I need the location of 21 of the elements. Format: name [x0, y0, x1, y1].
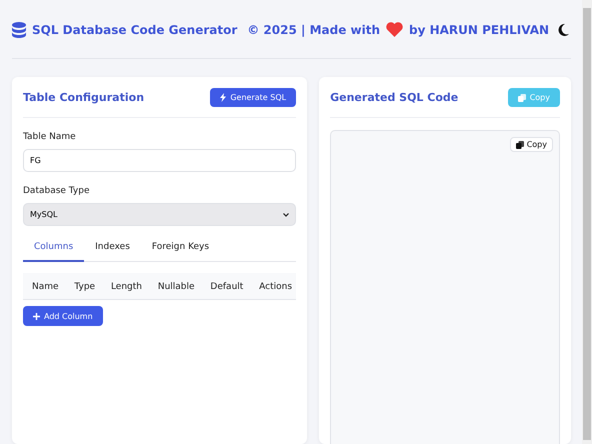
field-label: Table Name: [23, 132, 77, 142]
tab[interactable]: Columns: [23, 242, 84, 262]
column-header: Name: [32, 282, 59, 292]
column-header: Default: [210, 282, 244, 292]
copyright-text: © 2025 | Made with: [247, 22, 380, 36]
column-header: Type: [74, 282, 96, 292]
table-name-field[interactable]: FG: [23, 149, 296, 172]
database-type-dropdown[interactable]: MySQL: [23, 203, 296, 226]
add-column-button[interactable]: Add Column: [23, 306, 103, 326]
card-title: Table Configuration: [23, 91, 144, 104]
field-label: Database Type: [23, 186, 90, 196]
column-header: Actions: [259, 282, 292, 292]
tab[interactable]: Foreign Keys: [140, 242, 220, 262]
tab[interactable]: Indexes: [84, 242, 141, 262]
generate-sql-button[interactable]: Generate SQL: [210, 88, 296, 107]
card-title: Generated SQL Code: [330, 91, 458, 104]
copy-button[interactable]: Copy: [510, 137, 553, 152]
author-text: by HARUN PEHLIVAN: [409, 22, 550, 36]
column-header: Nullable: [158, 282, 195, 292]
app-title: SQL Database Code Generator: [32, 22, 238, 36]
column-header: Length: [110, 282, 142, 292]
